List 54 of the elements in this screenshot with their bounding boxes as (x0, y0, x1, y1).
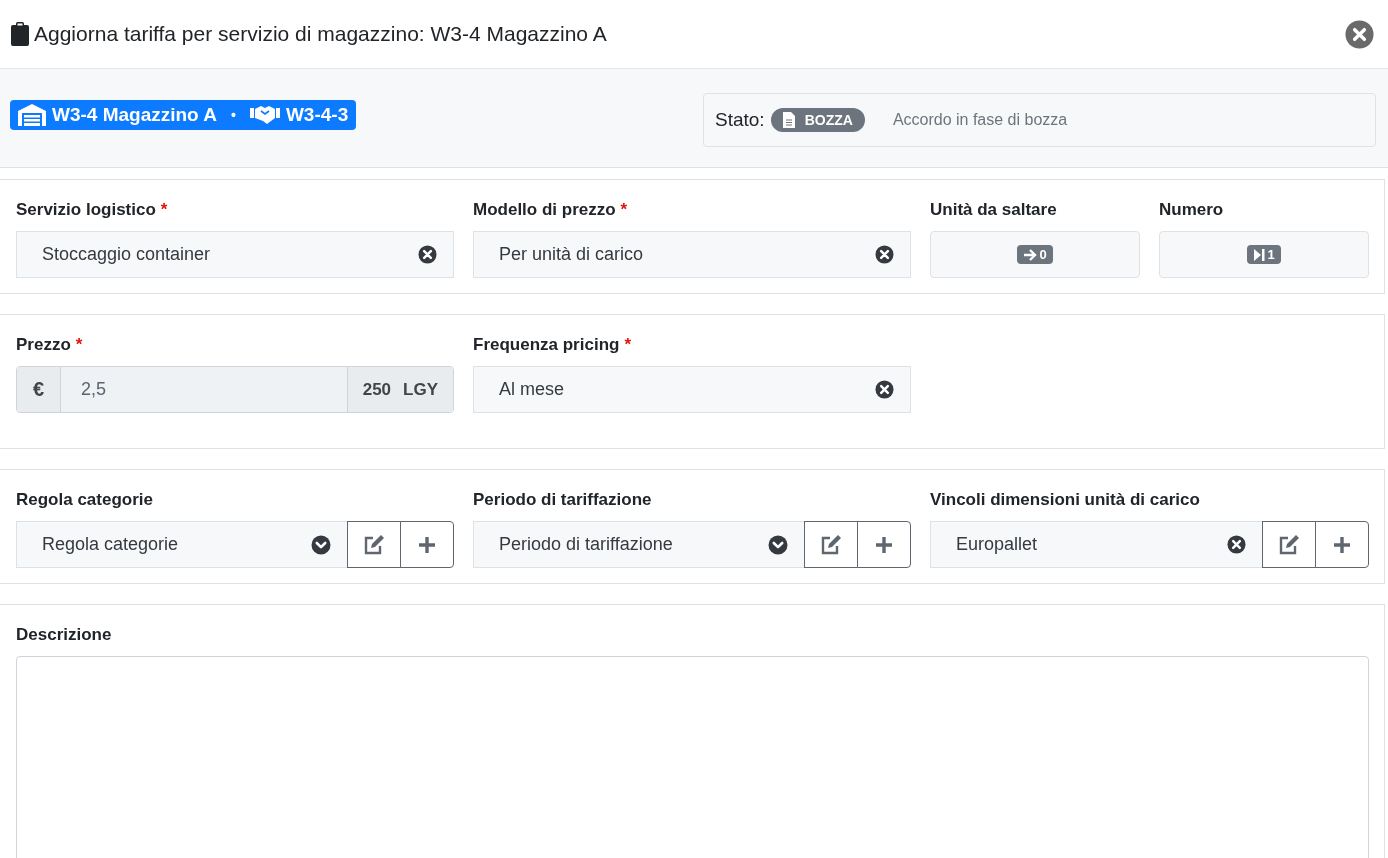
plus-icon (418, 535, 436, 554)
counter-field[interactable]: 0 (930, 231, 1140, 278)
add-button[interactable] (1315, 521, 1369, 568)
chevron-down-icon[interactable] (768, 534, 788, 555)
handshake-icon (249, 105, 280, 125)
warehouse-icon (18, 104, 46, 126)
select-field[interactable]: Europallet (930, 521, 1263, 568)
count-badge: 0 (1017, 245, 1053, 264)
required-mark: * (160, 200, 168, 221)
status-badge: BOZZA (770, 108, 865, 132)
field-label: Unità da saltare (930, 200, 1057, 221)
field-label: Periodo di tariffazione (473, 490, 652, 511)
plus-icon (875, 535, 893, 554)
edit-button[interactable] (347, 521, 401, 568)
field-label: Servizio logistico (16, 200, 156, 221)
select-field[interactable]: Per unità di carico (473, 231, 911, 278)
edit-icon (820, 534, 842, 555)
required-mark: * (620, 200, 628, 221)
chevron-down-icon[interactable] (311, 534, 331, 555)
step-forward-icon (1253, 248, 1266, 261)
clipboard-icon (10, 22, 30, 46)
select-field[interactable]: Periodo di tariffazione (473, 521, 805, 568)
arrow-right-icon (1023, 248, 1038, 261)
select-field[interactable]: Regola categorie (16, 521, 348, 568)
field-label: Descrizione (16, 625, 112, 646)
dialog-title: Aggiorna tariffa per servizio di magazzino: W3-4 Magazzino A (34, 22, 608, 46)
counter-field[interactable]: 1 (1159, 231, 1369, 278)
status-label: Stato: (715, 109, 765, 131)
plus-icon (1333, 535, 1351, 554)
select-field[interactable]: Stoccaggio container (16, 231, 454, 278)
edit-button[interactable] (1262, 521, 1316, 568)
field-label: Regola categorie (16, 490, 153, 511)
field-label: Frequenza pricing (473, 335, 620, 356)
select-field[interactable]: Al mese (473, 366, 911, 413)
field-label: Numero (1159, 200, 1224, 221)
clear-icon[interactable] (418, 245, 437, 264)
file-icon (782, 112, 795, 128)
add-button[interactable] (400, 521, 454, 568)
field-label: Prezzo (16, 335, 71, 356)
field-label: Vincoli dimensioni unità di carico (930, 490, 1200, 511)
clear-icon[interactable] (875, 380, 894, 399)
count-badge: 1 (1247, 245, 1281, 264)
close-button[interactable] (1345, 19, 1374, 49)
context-badge: W3-4 Magazzino A • W3-4-3 (10, 100, 357, 130)
edit-button[interactable] (804, 521, 858, 568)
required-mark: * (75, 335, 83, 356)
status-description: Accordo in fase di bozza (892, 111, 1068, 129)
required-mark: * (624, 335, 632, 356)
field-label: Modello di prezzo (473, 200, 616, 221)
edit-icon (1278, 534, 1300, 555)
clear-icon[interactable] (1227, 535, 1246, 554)
clear-icon[interactable] (875, 245, 894, 264)
edit-icon (363, 534, 385, 555)
add-button[interactable] (857, 521, 911, 568)
